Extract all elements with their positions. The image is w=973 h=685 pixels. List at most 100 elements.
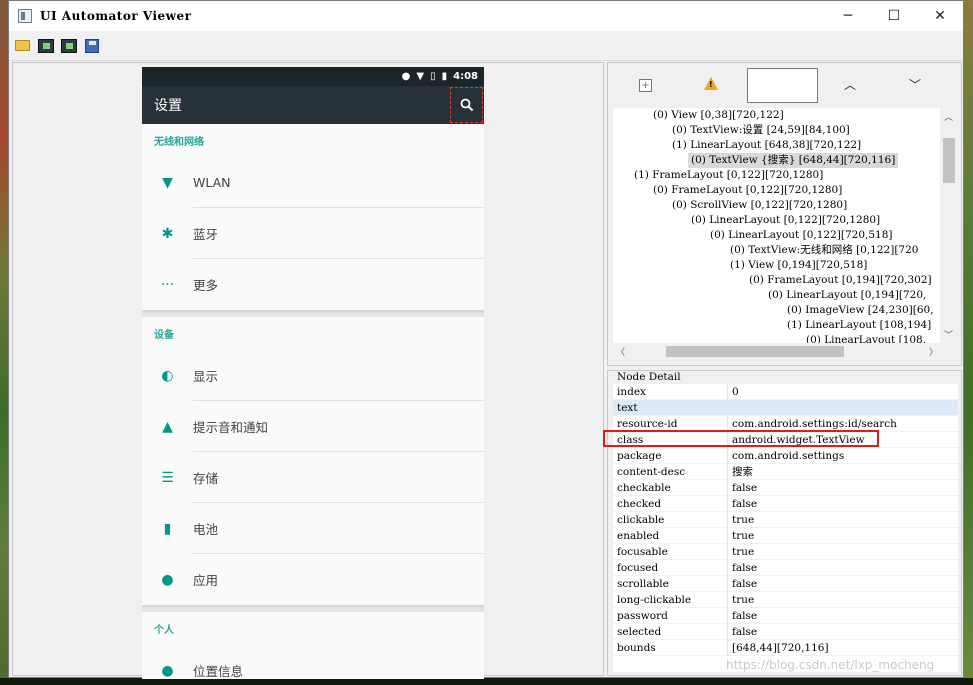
tree-node[interactable]: (1) LinearLayout [108,194] [787,318,931,333]
detail-key: password [617,610,668,622]
scroll-down-icon[interactable]: ﹀ [944,328,953,341]
settings-item[interactable]: ● 位置信息 [142,645,484,680]
expand-all-icon[interactable]: + [639,79,652,92]
detail-value[interactable]: true [732,544,754,560]
detail-row[interactable]: clickable true [613,512,958,528]
phone-status-bar: ● ▼ ▯ ▮ 4:08 [142,67,484,86]
tree-vertical-scrollbar[interactable]: ︿ ﹀ [941,108,957,343]
detail-row[interactable]: index 0 [613,384,958,400]
display-icon: ◐ [161,367,174,384]
detail-row[interactable]: scrollable false [613,576,958,592]
phone-app-title: 设置 [154,98,182,114]
maximize-button[interactable]: ☐ [871,1,917,31]
detail-value[interactable]: false [732,608,757,624]
scroll-up-icon[interactable]: ︿ [944,110,953,123]
class-row-highlight-box [603,430,879,447]
detail-value[interactable]: false [732,576,757,592]
title-bar[interactable]: UI Automator Viewer ─ ☐ ✕ [9,1,963,31]
settings-item[interactable]: ✱ 蓝牙 [142,208,484,259]
detail-value[interactable]: com.android.settings [732,448,844,464]
detail-row[interactable]: focusable true [613,544,958,560]
scroll-left-icon[interactable]: 〈 [616,345,625,358]
tree-filter-input[interactable] [747,68,818,103]
tree-horizontal-scrollbar[interactable]: 〈 〉 [613,343,941,360]
tree-node-selected[interactable]: (0) TextView {搜索} [648,44][720,116] [688,153,899,168]
tree-node[interactable]: (0) ScrollView [0,122][720,1280] [672,198,847,213]
next-node-button[interactable]: ﹀ [909,76,921,93]
detail-key: bounds [617,642,656,654]
close-button[interactable]: ✕ [917,1,963,31]
screenshot-panel[interactable]: ● ▼ ▯ ▮ 4:08 设置 无线和网络 ▼ WLAN ✱ 蓝牙 ··· 更多 设备 ◐ 显示 ▲… [12,62,604,679]
tree-node[interactable]: (0) LinearLayout [108, [806,333,926,343]
settings-item[interactable]: ☰ 存储 [142,452,484,503]
detail-value[interactable]: true [732,512,754,528]
detail-row[interactable]: checkable false [613,480,958,496]
detail-value[interactable]: 0 [732,384,739,400]
hierarchy-panel: + ! ︿ ﹀ (0) View [0,38][720,122] (0) Text… [607,62,962,366]
settings-item[interactable]: ◐ 显示 [142,350,484,401]
column-divider [727,624,728,640]
tree-node[interactable]: (0) LinearLayout [0,122][720,518] [710,228,892,243]
detail-row[interactable]: selected false [613,624,958,640]
tree-node[interactable]: (1) LinearLayout [648,38][720,122] [672,138,861,153]
scrollbar-thumb[interactable] [943,138,955,183]
detail-value[interactable]: 搜索 [732,464,753,480]
device-screen[interactable]: ● ▼ ▯ ▮ 4:08 设置 无线和网络 ▼ WLAN ✱ 蓝牙 ··· 更多 设备 ◐ 显示 ▲… [142,67,484,679]
scrollbar-thumb[interactable] [666,346,844,357]
warning-icon[interactable]: ! [704,77,718,90]
tree-node[interactable]: (0) FrameLayout [0,122][720,1280] [653,183,842,198]
app-window: UI Automator Viewer ─ ☐ ✕ ● ▼ ▯ ▮ 4:08 设… [8,0,964,679]
column-divider [727,384,728,400]
hierarchy-tree[interactable]: (0) View [0,38][720,122] (0) TextView:设置 … [613,108,940,343]
tree-node[interactable]: (0) TextView:设置 [24,59][84,100] [672,123,850,138]
node-detail-title: Node Detail [617,371,681,383]
save-icon[interactable] [82,37,101,55]
detail-value[interactable]: false [732,624,757,640]
tree-node[interactable]: (0) TextView:无线和网络 [0,122][720 [730,243,918,258]
settings-item[interactable]: ▮ 电池 [142,503,484,554]
settings-item[interactable]: ▼ WLAN [142,157,484,208]
detail-value[interactable]: [648,44][720,116] [732,640,829,656]
detail-row[interactable]: text [613,400,958,416]
detail-row[interactable]: checked false [613,496,958,512]
settings-item[interactable]: ▲ 提示音和通知 [142,401,484,452]
detail-value[interactable]: true [732,528,754,544]
detail-row[interactable]: password false [613,608,958,624]
window-controls: ─ ☐ ✕ [825,1,963,31]
detail-row[interactable]: package com.android.settings [613,448,958,464]
tree-node[interactable]: (1) View [0,194][720,518] [730,258,867,273]
detail-row[interactable]: bounds [648,44][720,116] [613,640,958,656]
detail-value[interactable]: false [732,496,757,512]
tree-node[interactable]: (0) View [0,38][720,122] [653,108,784,123]
detail-row[interactable]: focused false [613,560,958,576]
device-screenshot-icon[interactable] [36,37,55,55]
tree-node[interactable]: (0) LinearLayout [0,194][720, [768,288,926,303]
detail-value[interactable]: false [732,560,757,576]
tree-node[interactable]: (0) LinearLayout [0,122][720,1280] [691,213,880,228]
watermark: https://blog.csdn.net/lxp_mocheng [726,658,935,672]
node-detail-table[interactable]: index 0 text resource-id com.android.setting… [613,384,958,672]
minimize-button[interactable]: ─ [825,1,871,31]
detail-row[interactable]: content-desc 搜索 [613,464,958,480]
detail-value[interactable]: true [732,592,754,608]
settings-item[interactable]: ··· 更多 [142,259,484,310]
wifi-icon: ▼ [162,174,173,191]
scroll-right-icon[interactable]: 〉 [929,345,938,358]
previous-node-button[interactable]: ︿ [844,76,856,93]
tree-node[interactable]: (0) FrameLayout [0,194][720,302] [749,273,932,288]
battery-icon: ▮ [441,71,448,82]
section-header: 个人 [154,625,174,636]
tree-node[interactable]: (0) ImageView [24,230][60, [787,303,934,318]
phone-search-button[interactable] [450,87,483,123]
column-divider [727,592,728,608]
open-folder-icon[interactable] [13,37,32,55]
detail-key: content-desc [617,466,686,478]
tree-node[interactable]: (1) FrameLayout [0,122][720,1280] [634,168,823,183]
settings-item-label: 提示音和通知 [193,420,269,435]
detail-key: checkable [617,482,671,494]
settings-item[interactable]: ● 应用 [142,554,484,605]
detail-row[interactable]: long-clickable true [613,592,958,608]
detail-row[interactable]: enabled true [613,528,958,544]
detail-value[interactable]: false [732,480,757,496]
device-screenshot-compressed-icon[interactable] [59,37,78,55]
